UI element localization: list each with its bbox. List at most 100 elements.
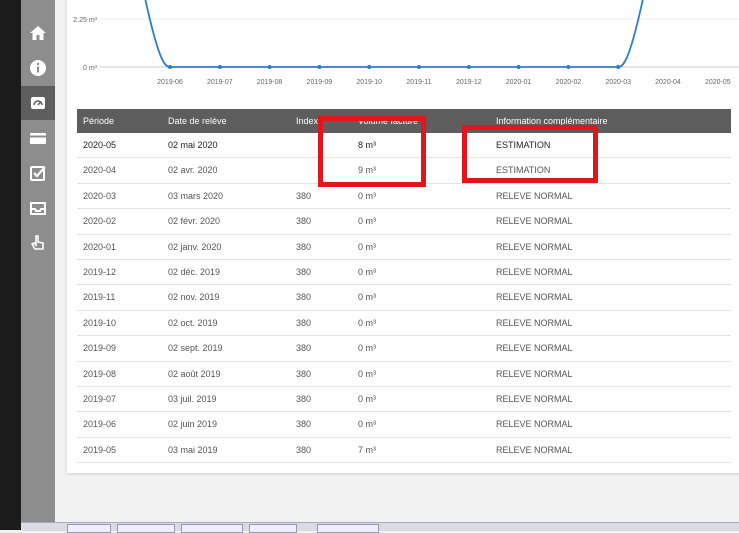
cell-period: 2020-01 [83, 241, 117, 252]
table-row: 2020-03 03 mars 2020 380 0 m³ RELEVE NORMAL [77, 184, 731, 210]
sidebar-item-tasks[interactable] [21, 156, 55, 190]
cell-reading-date: 02 août 2019 [168, 368, 221, 379]
taskbar-item[interactable] [317, 524, 379, 533]
cell-volume: 0 m³ [358, 266, 376, 277]
taskbar-item[interactable] [249, 524, 297, 533]
cell-reading-date: 02 juin 2019 [168, 419, 218, 430]
cell-volume: 0 m³ [358, 343, 376, 354]
cell-index: 380 [296, 292, 312, 303]
cell-reading-date: 02 sept. 2019 [168, 343, 223, 354]
sidebar-item-consumption[interactable] [21, 86, 55, 120]
series-line [144, 0, 644, 68]
table-row: 2019-12 02 déc. 2019 380 0 m³ RELEVE NORMAL [77, 260, 731, 286]
cell-volume: 0 m³ [358, 393, 376, 404]
checklist-icon [30, 166, 46, 181]
cell-index: 380 [296, 343, 312, 354]
gauge-icon [31, 97, 45, 109]
x-tick-label: 2019-10 [356, 79, 382, 86]
table-row: 2020-02 02 févr. 2020 380 0 m³ RELEVE NORMAL [77, 209, 731, 235]
cell-index: 380 [296, 368, 312, 379]
cell-reading-date: 02 déc. 2019 [168, 266, 221, 277]
header-reading-date: Date de relève [168, 116, 227, 126]
cell-info: RELEVE NORMAL [496, 343, 573, 354]
cell-index: 380 [296, 190, 312, 201]
taskbar-item[interactable] [181, 524, 243, 533]
cell-index: 380 [296, 216, 312, 227]
cell-period: 2020-03 [83, 190, 117, 201]
cell-period: 2019-10 [83, 317, 117, 328]
cell-info: RELEVE NORMAL [496, 292, 573, 303]
table-row: 2019-10 02 oct. 2019 380 0 m³ RELEVE NORMAL [77, 311, 731, 337]
sidebar-item-billing[interactable] [21, 121, 55, 155]
home-icon [30, 26, 46, 40]
cell-period: 2019-05 [83, 444, 117, 455]
data-point [267, 65, 272, 69]
cell-reading-date: 02 oct. 2019 [168, 317, 218, 328]
x-tick-label: 2019-08 [257, 79, 283, 86]
taskbar-item[interactable] [117, 524, 175, 533]
cell-reading-date: 02 janv. 2020 [168, 241, 222, 252]
cell-info: RELEVE NORMAL [496, 444, 573, 455]
consumption-chart: 2.25 m³ 0 m³ 2019-06 2019-07 2019-08 2019-09 2… [73, 0, 739, 86]
x-tick-label: 2020-02 [556, 79, 582, 86]
y-tick-label: 2.25 m³ [73, 17, 97, 24]
header-index: Index [296, 116, 319, 126]
sidebar-item-info[interactable] [21, 51, 55, 85]
info-icon [30, 60, 46, 76]
cell-info: RELEVE NORMAL [496, 266, 573, 277]
table-row: 2019-08 02 août 2019 380 0 m³ RELEVE NORMAL [77, 362, 731, 387]
table-row: 2019-09 02 sept. 2019 380 0 m³ RELEVE NORMAL [77, 336, 731, 362]
x-tick-label: 2020-01 [506, 79, 532, 86]
cell-info: RELEVE NORMAL [496, 190, 573, 201]
x-tick-label: 2019-09 [307, 79, 333, 86]
taskbar-item[interactable] [67, 524, 111, 533]
cell-volume: 0 m³ [358, 241, 376, 252]
card-icon [30, 133, 46, 144]
cell-info: RELEVE NORMAL [496, 419, 573, 430]
cell-volume: 0 m³ [358, 292, 376, 303]
cell-volume: 7 m³ [358, 444, 376, 455]
cell-period: 2019-09 [83, 343, 117, 354]
y-tick-label: 0 m³ [83, 65, 98, 72]
cell-reading-date: 02 mai 2020 [168, 140, 218, 150]
cell-period: 2020-04 [83, 165, 117, 176]
cell-index: 380 [296, 241, 312, 252]
sidebar-item-home[interactable] [21, 16, 55, 50]
cell-volume: 0 m³ [358, 190, 376, 201]
data-point [417, 65, 421, 69]
sidebar-item-request[interactable] [21, 226, 55, 260]
cell-period: 2019-07 [83, 393, 117, 404]
cell-period: 2019-08 [83, 368, 117, 379]
pointer-hand-icon [30, 235, 44, 250]
data-point [317, 65, 322, 69]
table-row: 2019-07 03 juil. 2019 380 0 m³ RELEVE NORMAL [77, 387, 731, 413]
cell-index: 380 [296, 393, 312, 404]
x-tick-label: 2020-04 [655, 79, 681, 86]
sidebar [21, 0, 55, 530]
cell-reading-date: 02 nov. 2019 [168, 292, 220, 303]
data-point [466, 65, 471, 69]
data-point [516, 65, 521, 69]
cell-period: 2019-06 [83, 419, 117, 430]
cell-volume: 0 m³ [358, 368, 376, 379]
annotation-box-volume [318, 116, 426, 187]
cell-index: 380 [296, 317, 312, 328]
sidebar-item-inbox[interactable] [21, 191, 55, 225]
cell-info: RELEVE NORMAL [496, 216, 573, 227]
cell-info: RELEVE NORMAL [496, 241, 573, 252]
table-row: 2019-05 03 mai 2019 380 7 m³ RELEVE NORMAL [77, 438, 731, 464]
cell-reading-date: 02 févr. 2020 [168, 216, 221, 227]
cell-period: 2019-11 [83, 292, 116, 303]
data-point [168, 65, 172, 69]
x-tick-label: 2020-03 [605, 79, 631, 86]
cell-period: 2019-12 [83, 266, 117, 277]
table-row: 2019-06 02 juin 2019 380 0 m³ RELEVE NORMAL [77, 412, 731, 438]
cell-period: 2020-05 [83, 140, 117, 150]
cell-volume: 0 m³ [358, 216, 376, 227]
window-edge [0, 0, 21, 530]
cell-info: RELEVE NORMAL [496, 368, 573, 379]
cell-index: 380 [296, 266, 312, 277]
cell-index: 380 [296, 419, 312, 430]
data-point [616, 65, 621, 69]
x-tick-label: 2019-11 [406, 79, 431, 86]
